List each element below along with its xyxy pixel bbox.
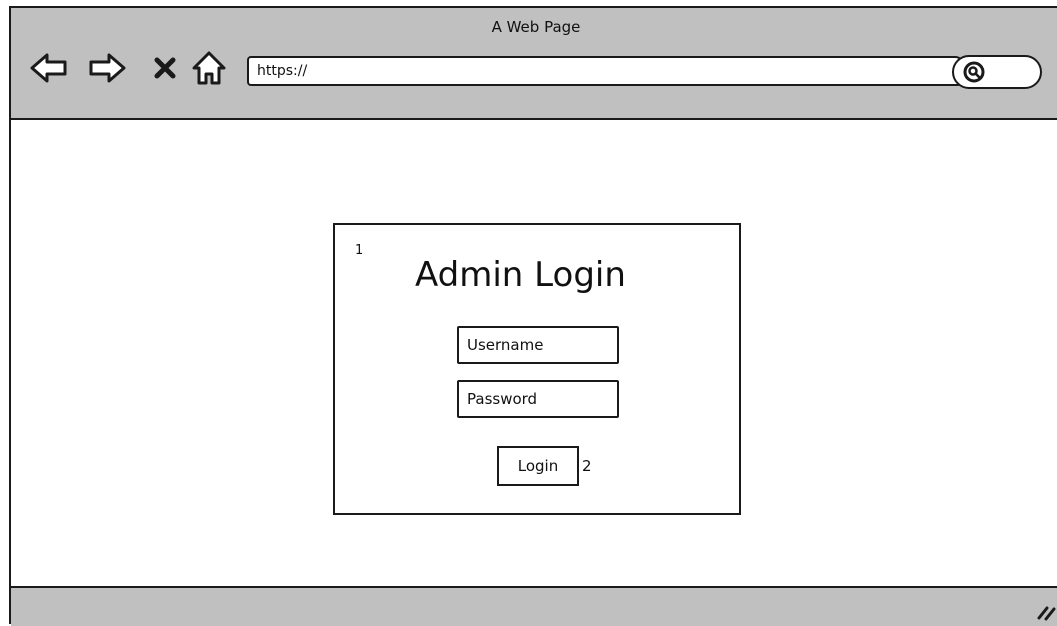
login-button[interactable]: Login [497, 446, 579, 486]
password-field[interactable] [457, 380, 619, 418]
page-title: Admin Login [415, 255, 626, 295]
home-icon [192, 51, 226, 85]
search-button[interactable] [952, 55, 1042, 89]
annotation-marker-1: 1 [355, 243, 364, 258]
home-button[interactable] [187, 46, 231, 90]
search-icon [963, 61, 985, 83]
admin-login-panel: 1 Admin Login Login 2 [333, 223, 741, 515]
forward-arrow-icon [89, 53, 126, 83]
stop-button[interactable] [143, 46, 187, 90]
resize-grip-icon[interactable] [1033, 600, 1057, 622]
back-button[interactable] [27, 46, 71, 90]
url-bar[interactable] [247, 56, 965, 86]
back-arrow-icon [30, 53, 67, 83]
browser-toolbar: A Web Page [11, 8, 1057, 120]
forward-button[interactable] [85, 46, 129, 90]
close-x-icon [154, 57, 176, 79]
window-title: A Web Page [491, 18, 581, 36]
browser-window: A Web Page https:// 1 Admin Login Userna… [9, 6, 1057, 626]
status-bar [11, 586, 1057, 626]
username-field[interactable] [457, 326, 619, 364]
page-content: 1 Admin Login Login 2 [11, 120, 1057, 588]
annotation-marker-2: 2 [582, 457, 592, 475]
